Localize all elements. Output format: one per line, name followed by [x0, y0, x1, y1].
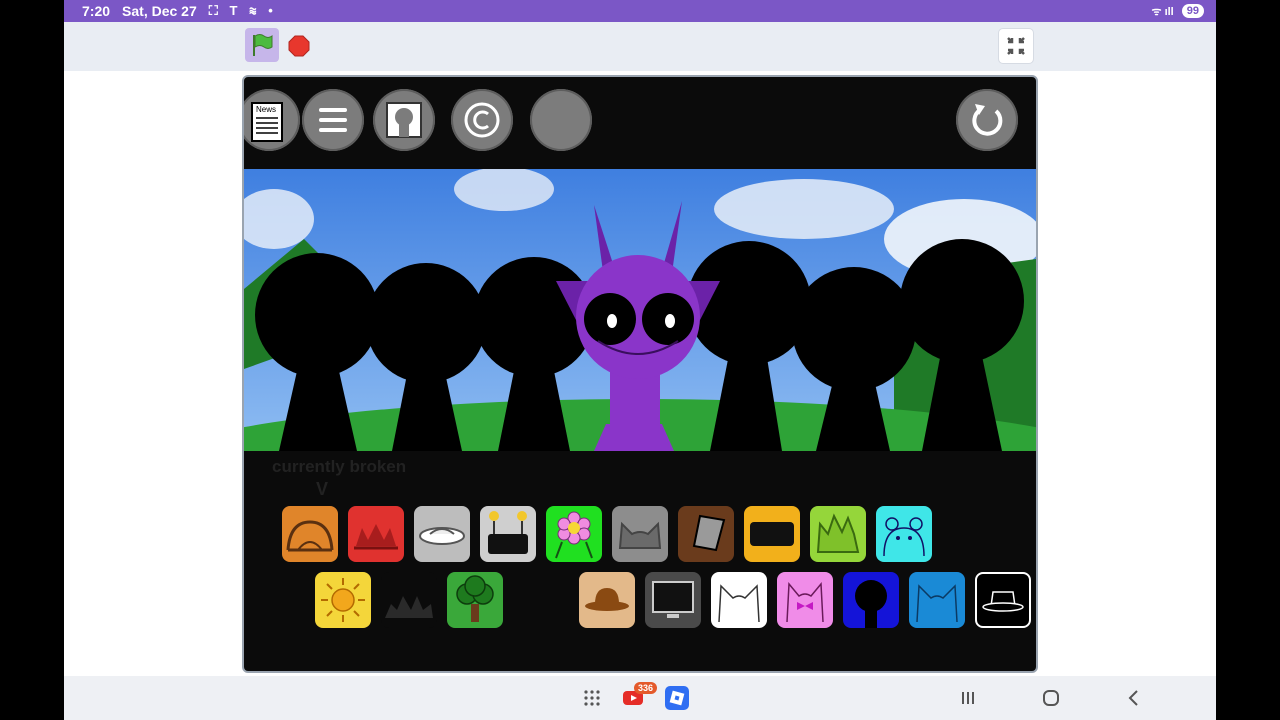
stop-button[interactable] [288, 35, 310, 57]
top-hat-icon [982, 591, 1024, 612]
gray-disc-tile[interactable] [414, 506, 470, 562]
white-ears-icon [718, 584, 760, 623]
home-button[interactable] [1039, 686, 1063, 710]
back-button[interactable] [1122, 686, 1146, 710]
news-icon: News [251, 102, 283, 142]
stage-scene [244, 169, 1036, 451]
broken-label: currently broken [272, 457, 407, 476]
status-time: 7:20 [82, 3, 111, 19]
bear-icon [883, 517, 925, 557]
sun-tile[interactable] [315, 572, 371, 628]
apps-grid-icon[interactable] [580, 686, 604, 710]
bow-icon [786, 582, 824, 623]
blue-ears-tile[interactable] [909, 572, 965, 628]
project-stage[interactable]: News currently broken V [242, 75, 1038, 673]
hamburger-icon [319, 108, 347, 132]
screen-icon [750, 522, 794, 546]
tree-icon [456, 575, 494, 622]
tablet-screen: 7:20 Sat, Dec 27 ⛶ T ≋ • ᯤ ıll 99 News c… [64, 0, 1216, 720]
arrow-label: V [316, 479, 329, 499]
reset-icon [972, 104, 1003, 136]
disc-icon [419, 527, 465, 545]
bucket-icon [692, 514, 726, 552]
pink-bow-tile[interactable] [777, 572, 833, 628]
spikes-icon [816, 513, 860, 553]
copyright-button[interactable] [451, 89, 513, 151]
green-flag-button[interactable] [245, 28, 279, 62]
status-bar: 7:20 Sat, Dec 27 ⛶ T ≋ • ᯤ ıll 99 [64, 0, 1216, 22]
signal-icon: ᯤ ıll [1151, 5, 1174, 18]
cyan-bear-tile[interactable] [876, 506, 932, 562]
tree-tile[interactable] [447, 572, 503, 628]
sun-icon [321, 578, 365, 622]
menu-button[interactable] [302, 89, 364, 151]
brown-bucket-tile[interactable] [678, 506, 734, 562]
monitor-tile[interactable] [645, 572, 701, 628]
recents-button[interactable] [956, 686, 980, 710]
dark-crown-icon [385, 596, 433, 618]
battery-indicator: 99 [1181, 4, 1204, 18]
copyright-icon [464, 102, 500, 138]
stop-sign-icon [288, 35, 310, 57]
blue-ears-icon [916, 584, 958, 623]
reset-button[interactable] [956, 89, 1018, 151]
flower-tile[interactable] [546, 506, 602, 562]
profile-button[interactable] [373, 89, 435, 151]
monitor-icon [652, 581, 694, 618]
blank-button[interactable] [530, 89, 592, 151]
status-icons: ⛶ T ≋ • [208, 3, 277, 18]
gray-ears-tile[interactable] [612, 506, 668, 562]
status-date: Sat, Dec 27 [122, 3, 197, 19]
hat-icon [585, 588, 629, 611]
robot-icon [488, 511, 528, 554]
circle-silhouette-icon [855, 580, 887, 628]
navigation-bar: 336 [64, 676, 1216, 720]
youtube-badge: 336 [634, 682, 658, 694]
robot-screen-tile[interactable] [480, 506, 536, 562]
black-hat-tile[interactable] [975, 572, 1031, 628]
cat-ears-icon [618, 521, 662, 549]
exit-fullscreen-button[interactable] [998, 28, 1034, 64]
player-toolbar [64, 22, 1216, 71]
yellow-screen-tile[interactable] [744, 506, 800, 562]
orange-face-tile[interactable] [282, 506, 338, 562]
flower-icon [555, 511, 593, 559]
profile-icon [386, 102, 422, 138]
dark-crown-tile[interactable] [381, 572, 437, 628]
lime-spikes-tile[interactable] [810, 506, 866, 562]
red-crown-icon [354, 524, 398, 550]
red-crown-tile[interactable] [348, 506, 404, 562]
blue-circle-tile[interactable] [843, 572, 899, 628]
roblox-icon[interactable] [665, 686, 689, 710]
orange-face-icon [286, 520, 334, 552]
white-ears-tile[interactable] [711, 572, 767, 628]
svg-text:News: News [256, 105, 276, 114]
green-flag-icon [253, 34, 273, 56]
shrink-icon [1007, 37, 1025, 55]
brown-hat-tile[interactable] [579, 572, 635, 628]
news-button[interactable]: News [244, 89, 300, 151]
